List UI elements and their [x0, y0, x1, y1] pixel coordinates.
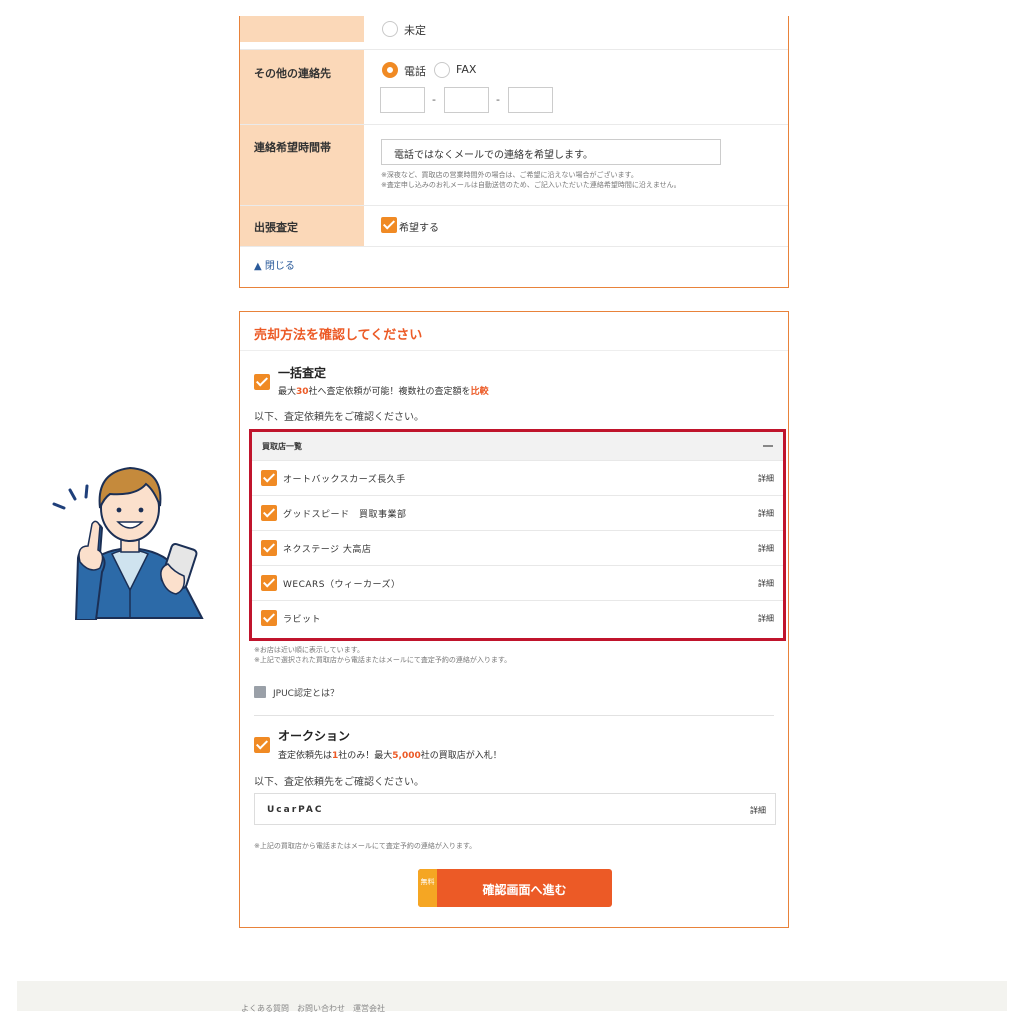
visit-checkbox[interactable] — [381, 217, 397, 233]
shop-checkbox[interactable] — [261, 505, 277, 521]
shop-name: ラビット — [283, 615, 322, 625]
phone-input-1[interactable] — [380, 87, 425, 113]
shop-checkbox[interactable] — [261, 540, 277, 556]
proceed-to-confirm-button[interactable]: 無料 確認画面へ進む — [418, 869, 612, 907]
shop-row[interactable]: グッドスピード 買取事業部 詳細 — [252, 495, 783, 530]
contact-time-label: 連絡希望時間帯 — [254, 141, 331, 154]
free-badge: 無料 — [418, 869, 437, 907]
radio-undecided[interactable] — [382, 21, 398, 37]
phone-input-3[interactable] — [508, 87, 553, 113]
auction-title: オークション — [278, 729, 351, 743]
visit-label: 出張査定 — [254, 221, 298, 234]
label-cell: 出張査定 — [240, 206, 364, 246]
shop-detail-link[interactable]: 詳細 — [758, 578, 774, 589]
contact-time-input[interactable]: 電話ではなくメールでの連絡を希望します。 — [381, 139, 721, 165]
collapse-minus-icon[interactable] — [763, 445, 773, 447]
auction-detail-link[interactable]: 詳細 — [750, 805, 766, 816]
shop-checkbox[interactable] — [261, 470, 277, 486]
shop-checkbox[interactable] — [261, 610, 277, 626]
exclaim-lines-icon — [52, 484, 89, 510]
shop-row[interactable]: WECARS（ウィーカーズ） 詳細 — [252, 565, 783, 600]
label-cell — [240, 16, 364, 42]
auction-subtitle: 査定依頼先は1社のみ！最大5,000社の買取店が入札！ — [278, 751, 502, 761]
shop-detail-link[interactable]: 詳細 — [758, 473, 774, 484]
bulk-appraisal-subtitle: 最大30社へ査定依頼が可能！複数社の査定額を比較 — [278, 387, 489, 397]
sale-method-header: 売却方法を確認してください — [240, 312, 788, 351]
label-cell: その他の連絡先 — [240, 50, 364, 124]
shop-name: オートバックスカーズ長久手 — [283, 475, 406, 485]
other-contact-label: その他の連絡先 — [254, 67, 331, 80]
shop-name: グッドスピード 買取事業部 — [283, 510, 407, 520]
bulk-confirm-text: 以下、査定依頼先をご確認ください。 — [254, 412, 424, 423]
row-divider — [240, 246, 788, 247]
shop-list-header[interactable]: 買取店一覧 — [252, 432, 783, 460]
radio-fax-label: FAX — [456, 63, 477, 76]
auction-note: ※上記の買取店から電話またはメールにて査定予約の連絡が入ります。 — [254, 842, 477, 850]
shop-row[interactable]: ネクステージ 大高店 詳細 — [252, 530, 783, 565]
phone-dash: - — [496, 93, 500, 106]
shop-list-note: ※上記で選択された買取店から電話またはメールにて査定予約の連絡が入ります。 — [254, 656, 512, 664]
sale-method-card: 売却方法を確認してください 一括査定 最大30社へ査定依頼が可能！複数社の査定額… — [239, 311, 789, 928]
contact-time-note: ※査定申し込みのお礼メールは自動送信のため、ご記入いただいた連絡希望時間に沿えま… — [381, 181, 681, 189]
sale-method-title: 売却方法を確認してください — [254, 328, 423, 343]
label-cell: 連絡希望時間帯 — [240, 125, 364, 205]
radio-fax[interactable] — [434, 62, 450, 78]
footer-links[interactable]: よくある質問 お問い合わせ 運営会社 — [241, 1003, 385, 1014]
shop-name: WECARS（ウィーカーズ） — [283, 580, 401, 590]
shop-name: ネクステージ 大高店 — [283, 545, 372, 555]
shop-detail-link[interactable]: 詳細 — [758, 508, 774, 519]
auction-shop-row[interactable]: UcarPAC 詳細 — [254, 793, 776, 825]
shop-list-note: ※お店は近い順に表示しています。 — [254, 646, 364, 654]
section-divider — [254, 715, 774, 716]
phone-input-2[interactable] — [444, 87, 489, 113]
auction-shop-name: UcarPAC — [267, 805, 324, 815]
shop-row[interactable]: オートバックスカーズ長久手 詳細 — [252, 460, 783, 495]
auction-checkbox[interactable] — [254, 737, 270, 753]
auction-confirm-text: 以下、査定依頼先をご確認ください。 — [254, 777, 424, 788]
shop-detail-link[interactable]: 詳細 — [758, 543, 774, 554]
shop-detail-link[interactable]: 詳細 — [758, 613, 774, 624]
shop-list-title: 買取店一覧 — [262, 442, 302, 451]
jpuc-link[interactable]: JPUC認定とは？ — [273, 686, 339, 699]
shop-list: 買取店一覧 オートバックスカーズ長久手 詳細 グッドスピード 買取事業部 詳細 … — [249, 429, 786, 641]
proceed-button-label: 確認画面へ進む — [482, 883, 567, 897]
person-with-phone-illustration — [52, 466, 204, 620]
radio-phone-label: 電話 — [404, 65, 426, 78]
phone-dash: - — [432, 93, 436, 106]
jpuc-badge-icon — [254, 686, 266, 698]
radio-undecided-label: 未定 — [404, 24, 426, 37]
shop-checkbox[interactable] — [261, 575, 277, 591]
visit-option-label: 希望する — [399, 223, 439, 234]
footer-bar: よくある質問 お問い合わせ 運営会社 — [17, 981, 1007, 1014]
radio-phone[interactable] — [382, 62, 398, 78]
contact-form-card: 未定 その他の連絡先 電話 FAX - - 連絡希望時間帯 電話ではなくメールで… — [239, 16, 789, 288]
close-link[interactable]: ▲ 閉じる — [254, 257, 295, 272]
shop-row[interactable]: ラビット 詳細 — [252, 600, 783, 635]
contact-time-note: ※深夜など、買取店の営業時間外の場合は、ご希望に沿えない場合がございます。 — [381, 171, 638, 179]
bulk-appraisal-title: 一括査定 — [278, 366, 327, 380]
bulk-appraisal-checkbox[interactable] — [254, 374, 270, 390]
